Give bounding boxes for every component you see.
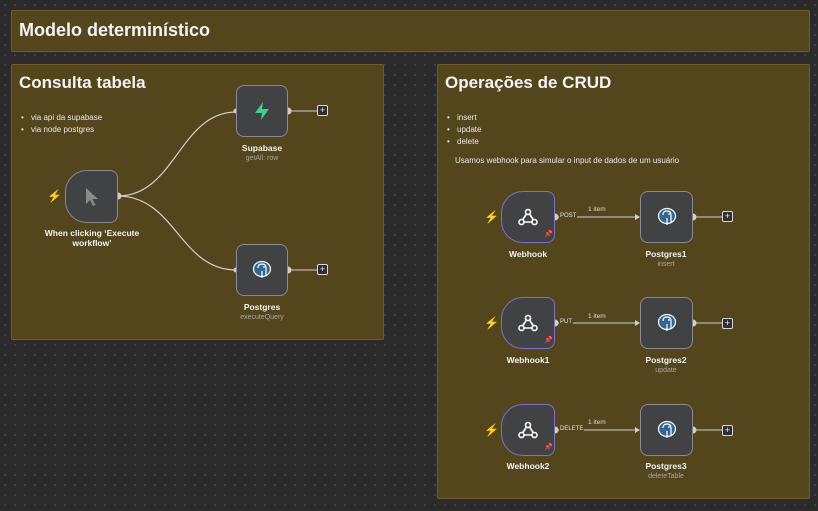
add-node-button[interactable]: + <box>722 425 733 436</box>
postgres-icon <box>252 260 272 278</box>
add-node-button[interactable]: + <box>317 105 328 116</box>
node-subtitle-postgres2: update <box>655 367 677 374</box>
node-manual-trigger[interactable] <box>65 170 118 223</box>
node-postgres[interactable] <box>236 244 288 296</box>
pin-icon: 📌 <box>544 337 553 344</box>
add-node-button[interactable]: + <box>317 264 328 275</box>
postgres-icon <box>657 420 676 438</box>
webhook-icon <box>518 421 538 439</box>
add-node-button[interactable]: + <box>722 211 733 222</box>
edge-item-count: 1 item <box>588 313 606 320</box>
node-label-supabase: Supabase <box>241 143 283 153</box>
node-label-postgres: Postgres <box>243 302 281 312</box>
postgres-icon <box>657 313 676 331</box>
add-node-button[interactable]: + <box>722 318 733 329</box>
node-postgres2[interactable] <box>640 297 693 349</box>
pin-icon: 📌 <box>544 231 553 238</box>
trigger-bolt-icon: ⚡ <box>484 316 499 330</box>
node-label-webhook: Webhook <box>508 249 548 259</box>
webhook-method-label: POST <box>559 213 578 219</box>
node-label-webhook1: Webhook1 <box>506 355 550 365</box>
node-label-webhook2: Webhook2 <box>506 461 550 471</box>
webhook-icon <box>518 208 538 226</box>
connection-trigger-supabase <box>117 111 237 197</box>
node-subtitle-postgres3: deleteTable <box>648 473 684 480</box>
webhook-method-label: PUT <box>559 319 573 325</box>
supabase-icon <box>255 102 269 120</box>
node-postgres1[interactable] <box>640 191 693 243</box>
webhook-method-label: DELETE <box>559 426 585 432</box>
trigger-bolt-icon: ⚡ <box>47 189 62 203</box>
pin-icon: 📌 <box>544 444 553 451</box>
edge-item-count: 1 item <box>588 206 606 213</box>
cursor-icon <box>85 187 98 206</box>
node-label-postgres3: Postgres3 <box>645 461 687 471</box>
trigger-bolt-icon: ⚡ <box>484 210 499 224</box>
node-subtitle-postgres: executeQuery <box>240 314 284 321</box>
node-postgres3[interactable] <box>640 404 693 456</box>
node-webhook[interactable]: 📌 <box>501 191 555 243</box>
node-webhook1[interactable]: 📌 <box>501 297 555 349</box>
node-label-postgres2: Postgres2 <box>645 355 687 365</box>
node-subtitle-supabase: getAll: row <box>245 155 279 162</box>
connections-layer <box>114 107 722 434</box>
node-webhook2[interactable]: 📌 <box>501 404 555 456</box>
webhook-icon <box>518 314 538 332</box>
node-label-manual-trigger: When clicking ‘Execute workflow’ <box>44 228 140 248</box>
node-supabase[interactable] <box>236 85 288 137</box>
node-subtitle-postgres1: insert <box>657 261 675 268</box>
edge-item-count: 1 item <box>588 419 606 426</box>
trigger-bolt-icon: ⚡ <box>484 423 499 437</box>
postgres-icon <box>657 207 676 225</box>
node-label-postgres1: Postgres1 <box>645 249 687 259</box>
